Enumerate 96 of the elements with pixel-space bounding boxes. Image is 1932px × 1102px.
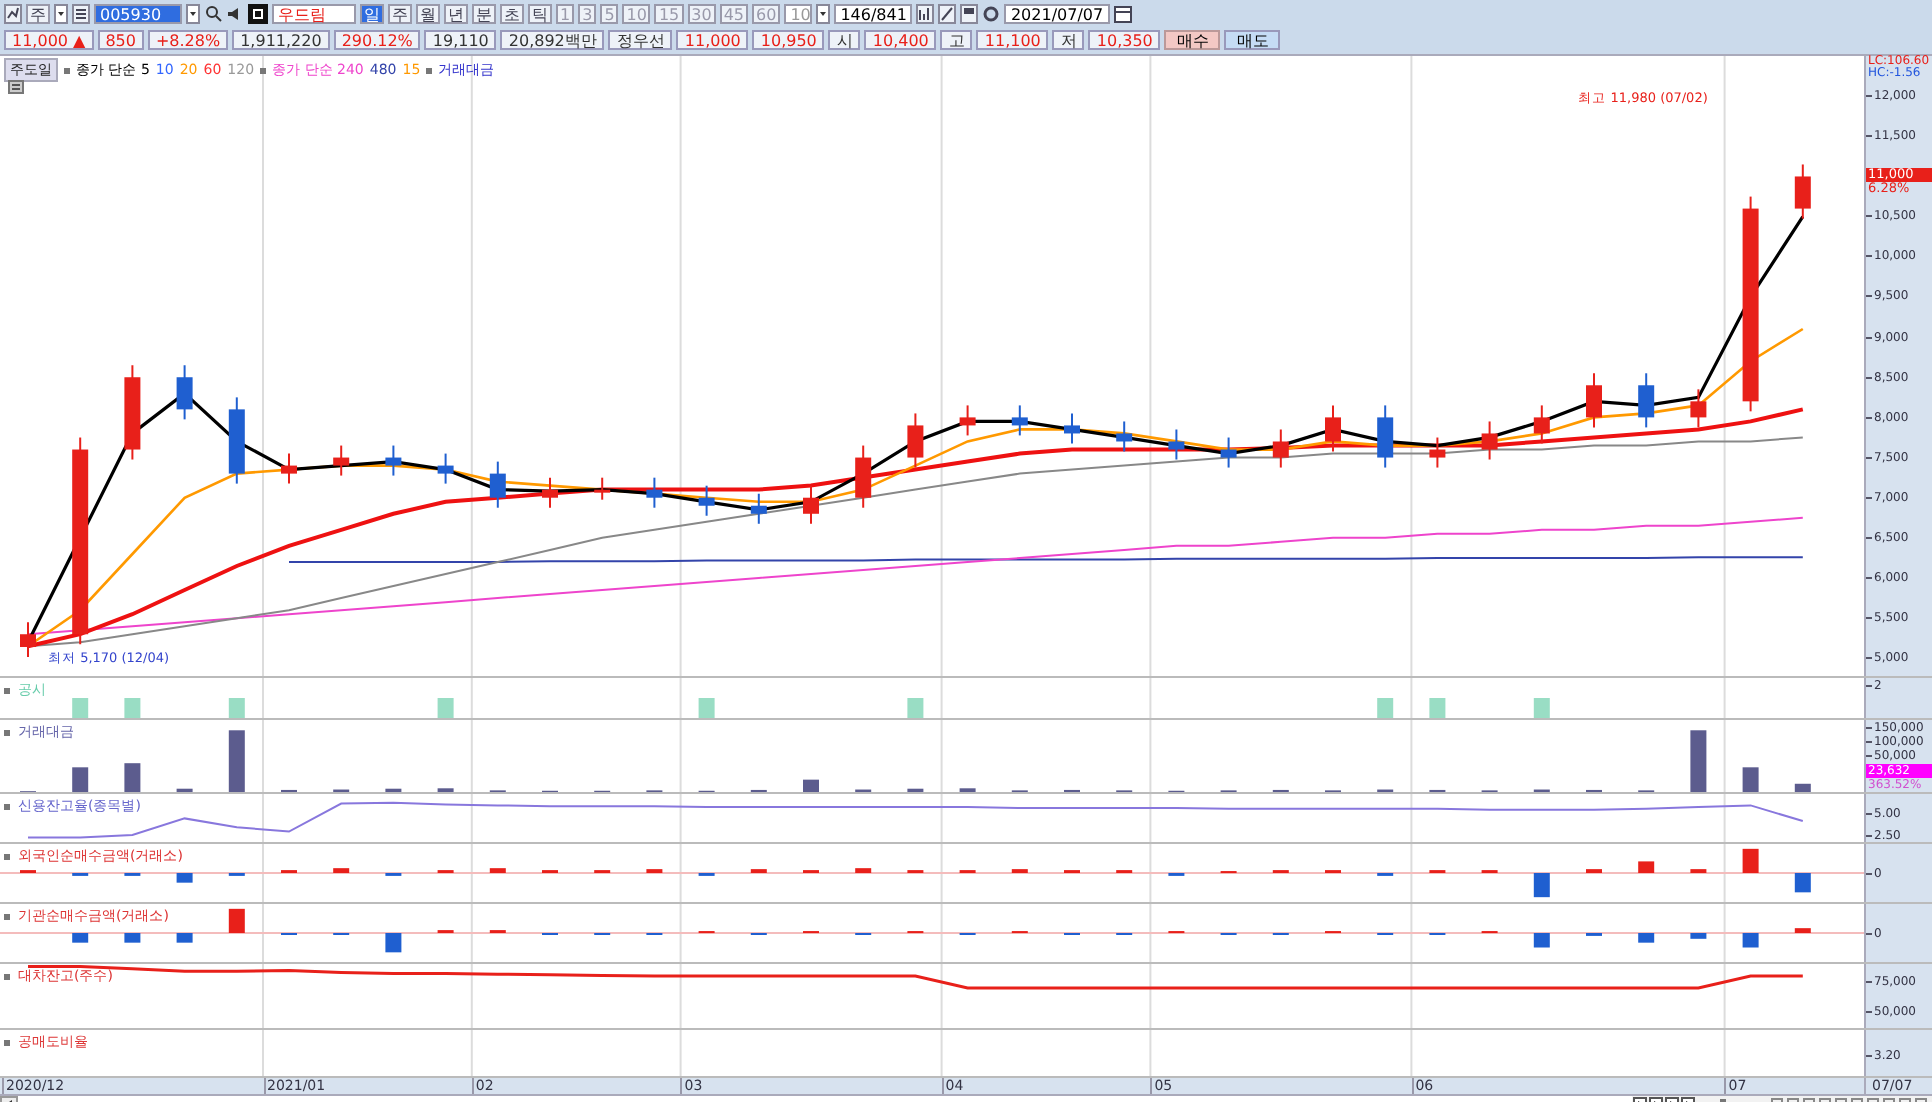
- quote-value: 11,000: [676, 30, 749, 50]
- candle: [228, 396, 245, 485]
- interval-button[interactable]: 60: [752, 4, 781, 24]
- logo-icon[interactable]: [248, 4, 268, 24]
- quote-value: 정우선: [608, 30, 673, 50]
- dropdown-icon[interactable]: [816, 4, 831, 24]
- candle: [542, 476, 558, 509]
- quote-value: 10,350: [1088, 30, 1161, 50]
- candle: [281, 452, 297, 485]
- interval-button[interactable]: 10: [622, 4, 651, 24]
- bullet-icon: [4, 687, 10, 693]
- panel-menu-icon[interactable]: [8, 80, 24, 94]
- candle: [698, 484, 715, 517]
- candle: [907, 412, 924, 469]
- candle: [1377, 404, 1394, 469]
- bullet-icon: [260, 67, 267, 73]
- quote-value: 10,400: [864, 30, 937, 50]
- bullet-icon: [4, 913, 10, 919]
- dropdown-icon[interactable]: [54, 4, 68, 24]
- candle: [1011, 404, 1028, 437]
- candle: [1481, 420, 1498, 461]
- quote-value: 290.12%: [333, 30, 421, 50]
- candle: [124, 364, 141, 461]
- quote-value: 11,000 ▲: [4, 30, 94, 50]
- candle: [176, 364, 193, 421]
- candle: [437, 452, 454, 485]
- quote-value: 10,950: [752, 30, 825, 50]
- period-tab[interactable]: 일: [360, 4, 384, 24]
- range-field: 146/841: [834, 4, 913, 24]
- candle: [959, 404, 976, 437]
- pen-icon[interactable]: [938, 4, 957, 24]
- bullet-icon: [4, 973, 10, 979]
- quote-value: 850: [97, 30, 144, 50]
- search-icon[interactable]: [204, 4, 222, 24]
- quote-value: 19,110: [424, 30, 497, 50]
- save-icon[interactable]: [960, 4, 979, 24]
- interval-button[interactable]: 3: [578, 4, 597, 24]
- list-icon[interactable]: [72, 4, 90, 24]
- chart-settings-icon[interactable]: [4, 4, 22, 24]
- dropdown-icon[interactable]: [186, 4, 200, 24]
- candle: [1533, 404, 1550, 445]
- candle: [1794, 163, 1811, 220]
- candle: [1168, 428, 1185, 461]
- quote-value: 저: [1052, 30, 1085, 50]
- candle: [1272, 428, 1289, 469]
- speaker-icon[interactable]: [226, 4, 244, 24]
- bullet-icon: [426, 67, 433, 73]
- bullet-icon: [64, 67, 70, 73]
- quote-value: 시: [828, 30, 861, 50]
- candle: [1325, 404, 1341, 453]
- candle: [333, 444, 350, 477]
- interval-button[interactable]: 1: [556, 4, 575, 24]
- quote-value: 11,100: [976, 30, 1049, 50]
- buy-button[interactable]: 매수: [1164, 30, 1221, 50]
- candle: [20, 621, 36, 658]
- chart-type-icon[interactable]: [916, 4, 935, 24]
- candle: [1220, 436, 1237, 469]
- period-tab[interactable]: 년: [444, 4, 468, 24]
- candle: [1116, 420, 1133, 453]
- bullet-icon: [4, 853, 10, 859]
- candle: [1429, 436, 1446, 469]
- period-tab[interactable]: 틱: [528, 4, 552, 24]
- date-field[interactable]: 2021/07/07: [1004, 4, 1110, 24]
- bullet-icon: [4, 803, 10, 809]
- candle: [1586, 372, 1602, 429]
- interval-button[interactable]: 45: [719, 4, 749, 24]
- sell-button[interactable]: 매도: [1224, 30, 1281, 50]
- quote-value: +8.28%: [147, 30, 229, 50]
- period-tab[interactable]: 초: [500, 4, 524, 24]
- settings-icon[interactable]: [982, 4, 1001, 24]
- period-tab[interactable]: 월: [416, 4, 440, 24]
- candle: [1064, 412, 1080, 445]
- bullet-icon: [4, 729, 10, 735]
- candle: [855, 444, 872, 509]
- quote-value: 1,911,220: [232, 30, 330, 50]
- calendar-icon[interactable]: [1113, 4, 1132, 24]
- candle: [1638, 372, 1655, 429]
- period-tab[interactable]: 주: [388, 4, 412, 24]
- market-select[interactable]: 주: [26, 4, 50, 24]
- candle: [750, 492, 767, 525]
- candle: [489, 460, 506, 509]
- candle: [385, 444, 402, 477]
- candle: [594, 476, 611, 501]
- candle: [803, 484, 819, 525]
- quote-value: 고: [940, 30, 973, 50]
- stock-code-field[interactable]: 005930: [94, 4, 182, 24]
- stock-name-field[interactable]: 우드림: [272, 4, 356, 24]
- interval-button[interactable]: 15: [654, 4, 684, 24]
- quote-value: 20,892백만: [500, 30, 605, 50]
- interval-button[interactable]: 5: [600, 4, 619, 24]
- interval-button[interactable]: 30: [687, 4, 716, 24]
- count-field[interactable]: 10: [784, 4, 813, 24]
- period-tab[interactable]: 분: [472, 4, 496, 24]
- bullet-icon: [4, 1039, 10, 1045]
- candle: [1690, 388, 1707, 429]
- candle: [646, 476, 663, 509]
